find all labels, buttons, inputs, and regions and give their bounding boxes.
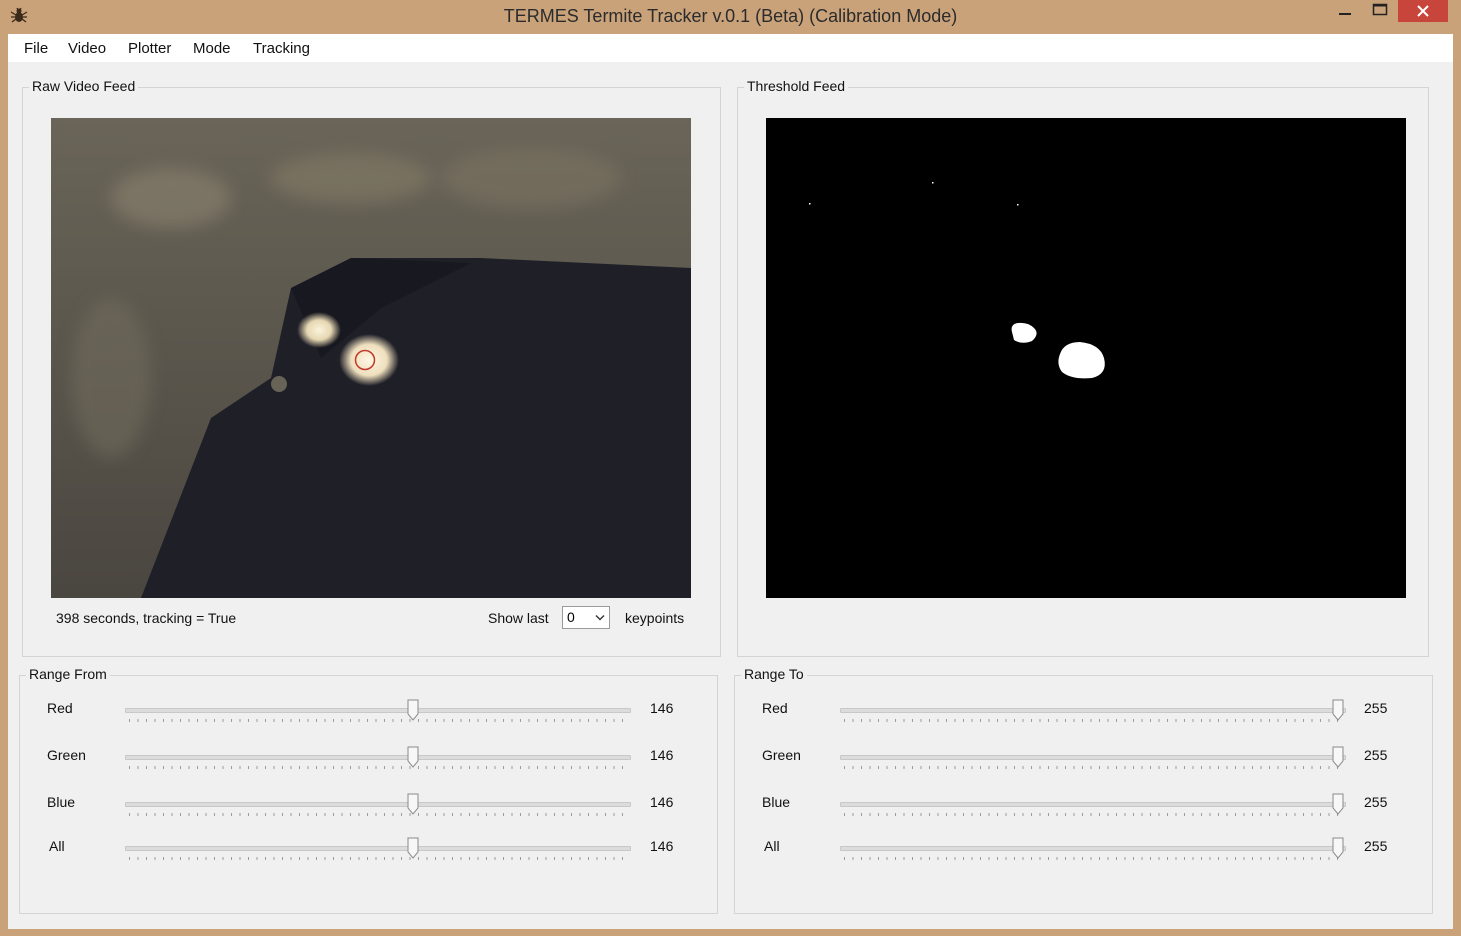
raw-video-image: [51, 118, 691, 598]
window-title: TERMES Termite Tracker v.0.1 (Beta) (Cal…: [503, 6, 958, 26]
range-to-label: Range To: [741, 666, 807, 682]
slider-track[interactable]: [125, 802, 631, 807]
menu-file[interactable]: File: [24, 40, 48, 57]
range-to-blue-slider[interactable]: [840, 793, 1346, 817]
show-last-select[interactable]: 0: [562, 606, 610, 629]
range-from-green-value: 146: [650, 747, 674, 763]
maximize-button[interactable]: [1366, 0, 1394, 22]
title-bar[interactable]: TERMES Termite Tracker v.0.1 (Beta) (Cal…: [0, 0, 1461, 34]
slider-track[interactable]: [840, 755, 1346, 760]
threshold-view[interactable]: [766, 118, 1406, 598]
range-to-red-label: Red: [762, 700, 788, 716]
slider-thumb[interactable]: [1332, 793, 1344, 815]
range-from-green-label: Green: [47, 747, 86, 763]
range-to-green-slider[interactable]: [840, 746, 1346, 770]
slider-thumb[interactable]: [1332, 699, 1344, 721]
threshold-image: [766, 118, 1406, 598]
minimize-icon: [1339, 13, 1351, 15]
show-last-value: 0: [567, 609, 575, 625]
slider-ticks: [129, 857, 623, 860]
range-to-all-label: All: [764, 838, 780, 854]
close-button[interactable]: [1398, 0, 1448, 22]
range-from-blue-slider[interactable]: [125, 793, 631, 817]
range-from-label: Range From: [26, 666, 110, 682]
slider-thumb[interactable]: [407, 837, 419, 859]
menu-tracking[interactable]: Tracking: [253, 40, 310, 57]
slider-ticks: [129, 813, 623, 816]
client-area: File Video Plotter Mode Tracking Raw Vid…: [8, 34, 1453, 929]
range-to-red-slider[interactable]: [840, 699, 1346, 723]
slider-ticks: [844, 813, 1338, 816]
tracking-status: 398 seconds, tracking = True: [56, 610, 237, 626]
slider-thumb[interactable]: [1332, 746, 1344, 768]
menu-plotter[interactable]: Plotter: [128, 40, 171, 57]
range-from-all-slider[interactable]: [125, 837, 631, 861]
range-to-blue-value: 255: [1364, 794, 1388, 810]
range-to-all-value: 255: [1364, 838, 1388, 854]
slider-track[interactable]: [125, 846, 631, 851]
slider-thumb[interactable]: [407, 793, 419, 815]
range-from-red-label: Red: [47, 700, 73, 716]
menu-video[interactable]: Video: [68, 40, 106, 57]
close-icon: [1417, 5, 1429, 17]
range-from-blue-value: 146: [650, 794, 674, 810]
slider-ticks: [844, 857, 1338, 860]
range-to-all-slider[interactable]: [840, 837, 1346, 861]
menu-bar: File Video Plotter Mode Tracking: [8, 34, 1453, 62]
menu-mode[interactable]: Mode: [193, 40, 231, 57]
slider-ticks: [844, 766, 1338, 769]
range-to-red-value: 255: [1364, 700, 1388, 716]
slider-thumb[interactable]: [1332, 837, 1344, 859]
raw-video-view[interactable]: [51, 118, 691, 598]
range-to-blue-label: Blue: [762, 794, 791, 810]
range-from-blue-label: Blue: [47, 794, 76, 810]
keypoints-label: keypoints: [625, 610, 685, 626]
range-to-green-value: 255: [1364, 747, 1388, 763]
slider-thumb[interactable]: [407, 746, 419, 768]
slider-ticks: [129, 719, 623, 722]
slider-track[interactable]: [125, 708, 631, 713]
range-from-all-value: 146: [650, 838, 674, 854]
slider-track[interactable]: [840, 846, 1346, 851]
show-last-label: Show last: [488, 610, 549, 626]
range-from-green-slider[interactable]: [125, 746, 631, 770]
threshold-feed-label: Threshold Feed: [744, 78, 849, 94]
range-from-red-slider[interactable]: [125, 699, 631, 723]
chevron-down-icon: [595, 615, 605, 621]
range-to-green-label: Green: [762, 747, 801, 763]
slider-thumb[interactable]: [407, 699, 419, 721]
slider-track[interactable]: [125, 755, 631, 760]
range-from-all-label: All: [49, 838, 65, 854]
raw-video-feed-label: Raw Video Feed: [29, 78, 139, 94]
maximize-icon: [1372, 3, 1388, 16]
range-from-red-value: 146: [650, 700, 674, 716]
slider-ticks: [844, 719, 1338, 722]
minimize-button[interactable]: [1330, 0, 1360, 22]
slider-track[interactable]: [840, 802, 1346, 807]
slider-track[interactable]: [840, 708, 1346, 713]
slider-ticks: [129, 766, 623, 769]
